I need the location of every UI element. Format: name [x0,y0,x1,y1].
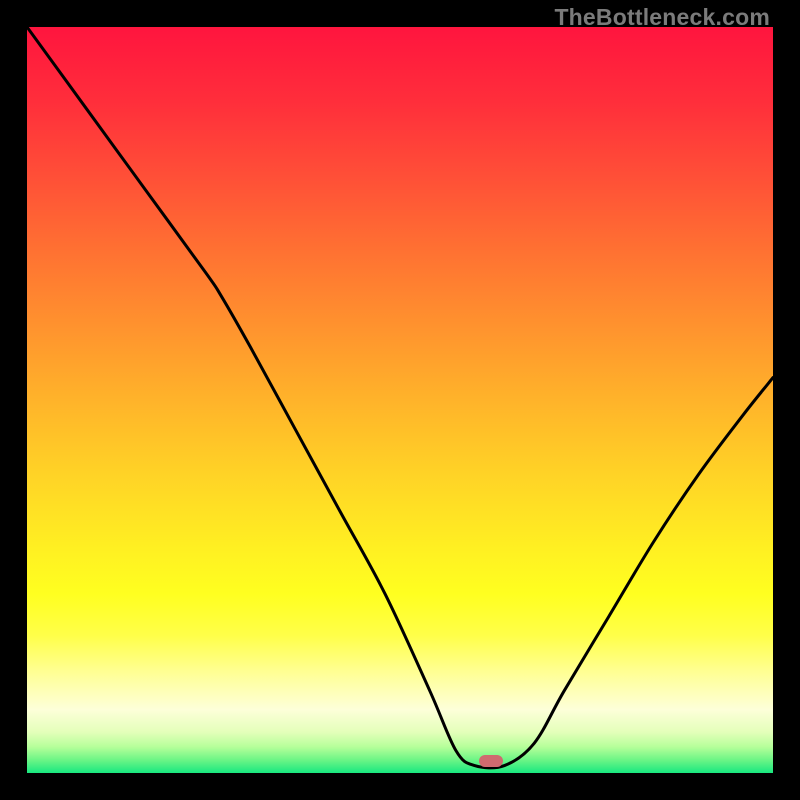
chart-frame: TheBottleneck.com [0,0,800,800]
plot-area [27,27,773,773]
bottleneck-curve [27,27,773,773]
optimum-marker [479,755,503,767]
